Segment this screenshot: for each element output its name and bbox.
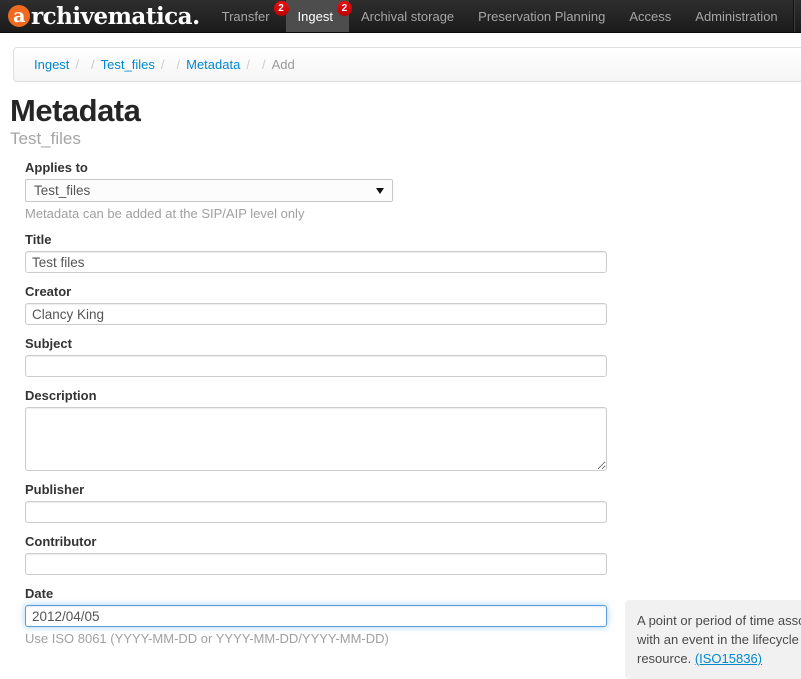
breadcrumb-divider: /	[85, 57, 101, 72]
nav-label: Ingest	[298, 9, 333, 24]
nav-label: Archival storage	[361, 9, 454, 24]
top-navbar: archivematica. Transfer 2 Ingest 2 Archi…	[0, 0, 801, 33]
date-input[interactable]	[25, 605, 607, 627]
date-label: Date	[25, 586, 791, 601]
select-caret-icon	[376, 188, 384, 194]
nav-label: Transfer	[222, 9, 270, 24]
transfer-count-badge: 2	[274, 1, 289, 16]
logo-text: rchivematica	[31, 3, 192, 30]
page-subtitle: Test_files	[10, 129, 791, 149]
breadcrumb-add: Add	[272, 57, 295, 72]
publisher-label: Publisher	[25, 482, 791, 497]
breadcrumb-divider: /	[256, 57, 272, 72]
metadata-form: Applies to Test_files Metadata can be ad…	[25, 160, 791, 646]
user-dropdown[interactable]: x	[794, 0, 801, 32]
nav-label: Administration	[695, 9, 777, 24]
main-nav: Transfer 2 Ingest 2 Archival storage Pre…	[210, 0, 790, 32]
breadcrumb-divider: /	[171, 57, 187, 72]
nav-item-access[interactable]: Access	[617, 0, 683, 32]
applies-to-help: Metadata can be added at the SIP/AIP lev…	[25, 206, 791, 221]
nav-item-ingest[interactable]: Ingest 2	[286, 0, 349, 32]
iso15836-link[interactable]: (ISO15836)	[695, 651, 762, 666]
nav-item-transfer[interactable]: Transfer 2	[210, 0, 286, 32]
breadcrumb-divider: /	[155, 57, 171, 72]
date-field-tooltip: A point or period of time associated wit…	[625, 600, 801, 679]
archivematica-logo[interactable]: archivematica.	[0, 0, 210, 32]
page-content: Metadata Test_files Applies to Test_file…	[0, 95, 801, 646]
nav-label: Preservation Planning	[478, 9, 605, 24]
page-title: Metadata	[10, 95, 791, 127]
description-label: Description	[25, 388, 791, 403]
creator-input[interactable]	[25, 303, 607, 325]
description-textarea[interactable]	[25, 407, 607, 471]
logo-a-icon: a	[8, 5, 30, 27]
subject-label: Subject	[25, 336, 791, 351]
applies-to-selected-value: Test_files	[34, 183, 90, 198]
nav-item-preservation-planning[interactable]: Preservation Planning	[466, 0, 617, 32]
subject-input[interactable]	[25, 355, 607, 377]
breadcrumb-metadata[interactable]: Metadata	[186, 57, 240, 72]
contributor-label: Contributor	[25, 534, 791, 549]
breadcrumb-test-files[interactable]: Test_files	[101, 57, 155, 72]
applies-to-select[interactable]: Test_files	[25, 179, 393, 202]
breadcrumb-divider: /	[69, 57, 85, 72]
ingest-count-badge: 2	[337, 1, 352, 16]
breadcrumb-ingest[interactable]: Ingest	[34, 57, 69, 72]
breadcrumb: Ingest//Test_files//Metadata//Add	[13, 47, 801, 82]
nav-item-archival-storage[interactable]: Archival storage	[349, 0, 466, 32]
title-input[interactable]	[25, 251, 607, 273]
creator-label: Creator	[25, 284, 791, 299]
logo-period: .	[192, 3, 200, 30]
nav-item-administration[interactable]: Administration	[683, 0, 789, 32]
publisher-input[interactable]	[25, 501, 607, 523]
contributor-input[interactable]	[25, 553, 607, 575]
applies-to-label: Applies to	[25, 160, 791, 175]
breadcrumb-divider: /	[240, 57, 256, 72]
nav-label: Access	[629, 9, 671, 24]
title-label: Title	[25, 232, 791, 247]
